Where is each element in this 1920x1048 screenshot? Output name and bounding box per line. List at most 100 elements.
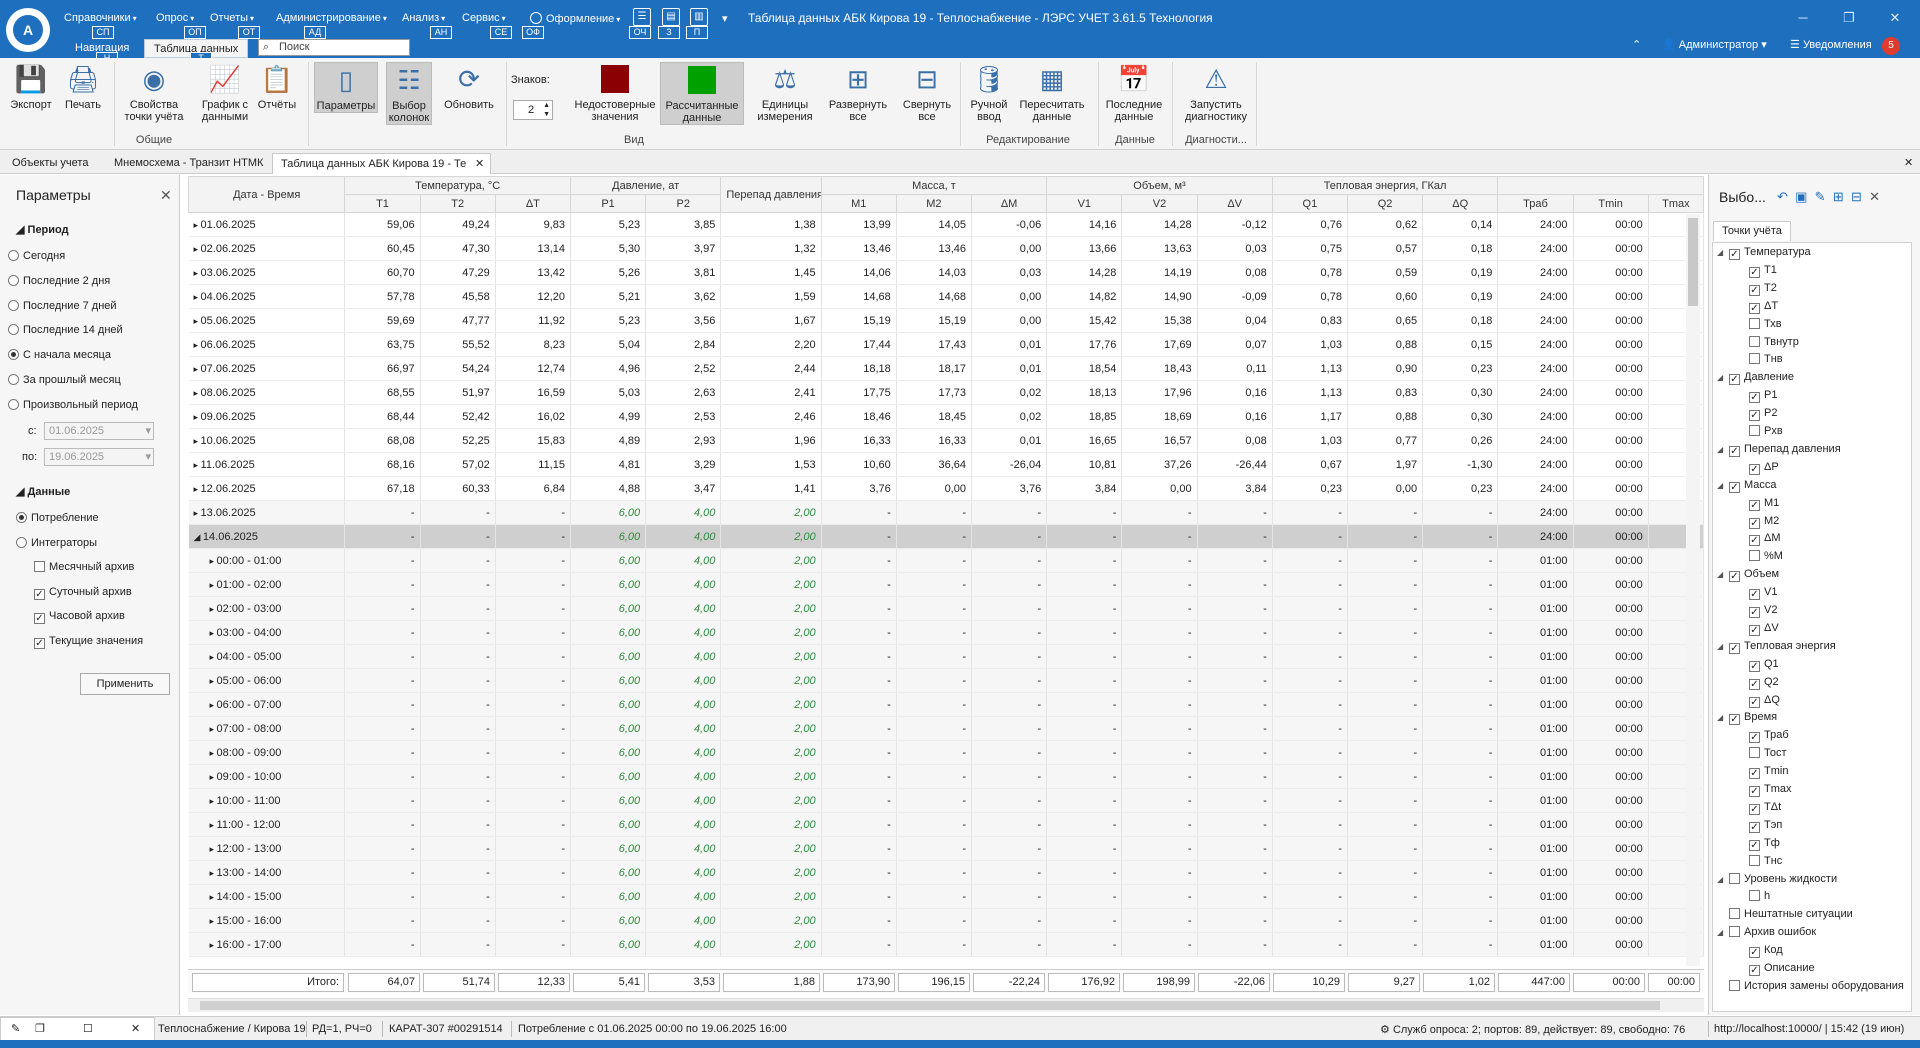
- menu-3[interactable]: Администрирование ▾: [276, 12, 387, 28]
- quick-tool-1-icon[interactable]: ☰: [633, 8, 651, 26]
- table-row[interactable]: ▸ 04.06.2025 57,78 45,58 12,20 5,21 3,62 1,59 1…: [188, 284, 1704, 309]
- expand-row-icon[interactable]: ▸: [210, 676, 217, 686]
- expand-row-icon[interactable]: ▸: [194, 268, 201, 278]
- tree-item[interactable]: ✓ M2: [1737, 515, 1779, 529]
- expand-row-icon[interactable]: ▸: [194, 316, 201, 326]
- table-row[interactable]: ▸ 06.06.2025 63,75 55,52 8,23 5,04 2,84 2,20 17…: [188, 332, 1704, 357]
- ribbon-save-button[interactable]: 💾 Экспорт: [6, 62, 56, 111]
- quick-tool-2-icon[interactable]: ▤: [662, 8, 680, 26]
- expand-row-icon[interactable]: ▸: [194, 508, 201, 518]
- radio-button[interactable]: [8, 398, 19, 410]
- checkbox[interactable]: [34, 561, 45, 572]
- checkbox[interactable]: ✓: [1749, 535, 1760, 547]
- expand-row-icon[interactable]: ▸: [210, 772, 217, 782]
- table-row[interactable]: ▸ 06:00 - 07:00- - -6,00 4,00 2,00- - - - - - - - -0…: [188, 692, 1704, 717]
- tree-item[interactable]: ✓ P2: [1737, 407, 1777, 422]
- tree-item[interactable]: ✓ Тф: [1737, 837, 1780, 851]
- checkbox[interactable]: ✓: [1729, 374, 1740, 386]
- collapse-ribbon-icon[interactable]: ⌃: [1632, 38, 1641, 54]
- scroll-thumb[interactable]: [1688, 218, 1698, 306]
- radio-button[interactable]: [8, 250, 19, 261]
- tree-group[interactable]: Нештатные ситуации: [1717, 908, 1853, 920]
- tree-item[interactable]: ✓ ΔP: [1737, 461, 1779, 475]
- tree-item[interactable]: ✓ Траб: [1737, 729, 1789, 744]
- close-tab-icon[interactable]: ✕: [475, 154, 484, 174]
- table-row[interactable]: ▸ 04:00 - 05:00- - -6,00 4,00 2,00- - - - - - - - -0…: [188, 644, 1704, 669]
- column-group-header[interactable]: Объем, м³: [1046, 176, 1273, 195]
- table-row[interactable]: ▸ 12:00 - 13:00- - -6,00 4,00 2,00- - - - - - - - -0…: [188, 836, 1704, 861]
- tree-group[interactable]: ◢ ✓ Температура: [1717, 246, 1811, 260]
- column-header[interactable]: Q2: [1346, 194, 1424, 213]
- tree-item[interactable]: ✓ T1: [1737, 264, 1777, 278]
- notifications-button[interactable]: ☰ Уведомления: [1790, 38, 1872, 51]
- checkbox[interactable]: ✓: [1749, 517, 1760, 529]
- ribbon-refresh-button[interactable]: ⟳ Обновить: [438, 62, 500, 111]
- restore-icon[interactable]: ❐: [35, 1022, 45, 1035]
- expand-row-icon[interactable]: ▸: [194, 340, 201, 350]
- checkbox[interactable]: [1749, 353, 1760, 365]
- radio-button[interactable]: [8, 324, 19, 336]
- checkbox[interactable]: [1749, 747, 1760, 759]
- checkbox[interactable]: ✓: [1729, 642, 1740, 654]
- expand-row-icon[interactable]: ▸: [210, 844, 217, 854]
- ribbon-chart-button[interactable]: 📈 График с данными: [192, 62, 258, 123]
- table-row[interactable]: ▸ 05.06.2025 59,69 47,77 11,92 5,23 3,56 1,67 1…: [188, 308, 1704, 333]
- column-header[interactable]: T1: [344, 194, 421, 213]
- collapse-icon[interactable]: ◢: [1717, 481, 1729, 490]
- remove-column-icon[interactable]: ⊟: [1851, 189, 1862, 204]
- radio-button[interactable]: [8, 299, 19, 311]
- expand-row-icon[interactable]: ▸: [194, 364, 201, 374]
- close-window-icon[interactable]: ✕: [1880, 8, 1910, 28]
- checkbox[interactable]: ✓: [1729, 249, 1740, 260]
- collapse-icon[interactable]: ◢: [1717, 445, 1729, 454]
- ribbon-calendar-button[interactable]: 📅 Последние данные: [1098, 62, 1170, 123]
- tree-item[interactable]: ✓ T2: [1737, 282, 1777, 296]
- tree-group[interactable]: ◢ ✓ Перепад давления: [1717, 443, 1841, 457]
- ribbon-weight-button[interactable]: ⚖ Единицы измерения: [744, 62, 826, 123]
- tree-item[interactable]: ✓ P1: [1737, 389, 1777, 404]
- column-header[interactable]: ΔT: [494, 194, 571, 213]
- column-group-header[interactable]: Давление, ат: [569, 176, 722, 195]
- table-row[interactable]: ▸ 12.06.2025 67,18 60,33 6,84 4,88 3,47 1,41 3,…: [188, 476, 1704, 501]
- app-logo[interactable]: A: [6, 8, 50, 52]
- hscroll-thumb[interactable]: [200, 1001, 1660, 1010]
- checkbox[interactable]: ✓: [1749, 678, 1760, 690]
- checkbox[interactable]: ✓: [34, 588, 45, 600]
- expand-row-icon[interactable]: ▸: [194, 436, 201, 446]
- table-row[interactable]: ▸ 02:00 - 03:00- - -6,00 4,00 2,00- - - - - - - - -0…: [188, 596, 1704, 621]
- collapse-row-icon[interactable]: ◢: [194, 532, 203, 542]
- expand-row-icon[interactable]: ▸: [210, 604, 217, 614]
- collapse-icon[interactable]: ◢: [1717, 642, 1729, 651]
- checkbox[interactable]: ✓: [1749, 463, 1760, 475]
- column-group-header[interactable]: Дата - Время: [188, 176, 346, 213]
- checkbox[interactable]: ✓: [1749, 302, 1760, 314]
- archive-option[interactable]: ✓ Часовой архив: [34, 610, 125, 624]
- checkbox[interactable]: [1749, 317, 1760, 329]
- table-row[interactable]: ▸ 11.06.2025 68,16 57,02 11,15 4,81 3,29 1,53 1…: [188, 452, 1704, 477]
- table-row[interactable]: ▸ 13.06.2025- - -6,00 4,00 2,00- - - - - - - - -24:0…: [188, 500, 1704, 525]
- expand-row-icon[interactable]: ▸: [210, 820, 217, 830]
- tree-item[interactable]: Твнутр: [1737, 335, 1799, 348]
- checkbox[interactable]: ✓: [1749, 284, 1760, 296]
- collapse-icon[interactable]: ◢: [1717, 875, 1729, 884]
- table-row[interactable]: ▸ 15:00 - 16:00- - -6,00 4,00 2,00- - - - - - - - -0…: [188, 908, 1704, 933]
- tree-item[interactable]: ✓ V2: [1737, 604, 1777, 618]
- table-row[interactable]: ▸ 05:00 - 06:00- - -6,00 4,00 2,00- - - - - - - - -0…: [188, 668, 1704, 693]
- restore-icon[interactable]: ❐: [1834, 8, 1864, 28]
- archive-option[interactable]: ✓ Суточный архив: [34, 586, 132, 600]
- tree-item[interactable]: ✓ Tmin: [1737, 765, 1788, 780]
- tree-item[interactable]: ✓ V1: [1737, 586, 1777, 601]
- column-header[interactable]: ΔV: [1196, 194, 1273, 213]
- quick-tool-3-icon[interactable]: ▥: [690, 8, 708, 26]
- checkbox[interactable]: [1729, 908, 1740, 920]
- checkbox[interactable]: ✓: [1749, 410, 1760, 422]
- close-panel-icon[interactable]: ✕: [160, 187, 172, 204]
- tree-item[interactable]: ✓ M1: [1737, 497, 1779, 511]
- tree-item[interactable]: ✓ Тэп: [1737, 819, 1782, 833]
- add-column-icon[interactable]: ⊞: [1833, 189, 1844, 204]
- expand-row-icon[interactable]: ▸: [194, 388, 201, 398]
- expand-row-icon[interactable]: ▸: [210, 652, 217, 662]
- collapse-icon[interactable]: ◢: [1717, 928, 1729, 937]
- collapse-icon[interactable]: ◢: [1717, 570, 1729, 579]
- expand-row-icon[interactable]: ▸: [210, 868, 217, 878]
